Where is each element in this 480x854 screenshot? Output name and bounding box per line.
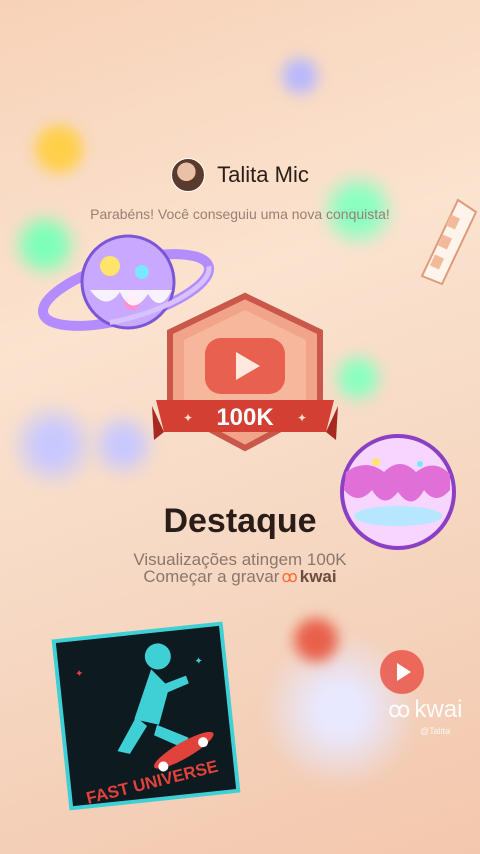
watermark-handle: @Talita — [420, 726, 451, 736]
fast-universe-sticker: ✦ ✦ FAST UNIVERSE — [51, 621, 241, 811]
profile-header: Talita Mic — [0, 158, 480, 192]
svg-text:✦: ✦ — [75, 668, 84, 680]
record-prompt[interactable]: Começar a gravar ꝏ kwai — [0, 567, 480, 587]
achievement-title: Destaque — [163, 502, 317, 540]
svg-text:✦: ✦ — [183, 411, 193, 425]
username[interactable]: Talita Mic — [217, 162, 309, 188]
svg-text:✦: ✦ — [194, 656, 203, 668]
glow-blue-left — [8, 400, 98, 490]
film-strip-icon — [420, 198, 478, 286]
glow-blue-top — [276, 52, 324, 100]
glow-blue-left2 — [88, 410, 158, 480]
kwai-watermark-text: kwai — [414, 696, 463, 723]
glow-red-bottom — [290, 614, 342, 666]
badge-label: 100K — [216, 404, 274, 431]
kwai-watermark: ꝏ kwai — [388, 696, 462, 724]
kwai-logo-icon: ꝏ — [281, 569, 298, 586]
kwai-brand-mini: kwai — [299, 567, 337, 586]
kwai-watermark-icon: ꝏ — [388, 697, 411, 722]
achievement-badge: 100K ✦ ✦ — [152, 292, 338, 452]
play-bubble-icon — [380, 650, 424, 694]
avatar[interactable] — [171, 158, 206, 192]
play-icon — [205, 338, 285, 394]
svg-text:✦: ✦ — [297, 411, 307, 425]
achievement-subtitle: Visualizações atingem 100K — [133, 550, 347, 569]
record-text[interactable]: Começar a gravar — [143, 567, 279, 587]
